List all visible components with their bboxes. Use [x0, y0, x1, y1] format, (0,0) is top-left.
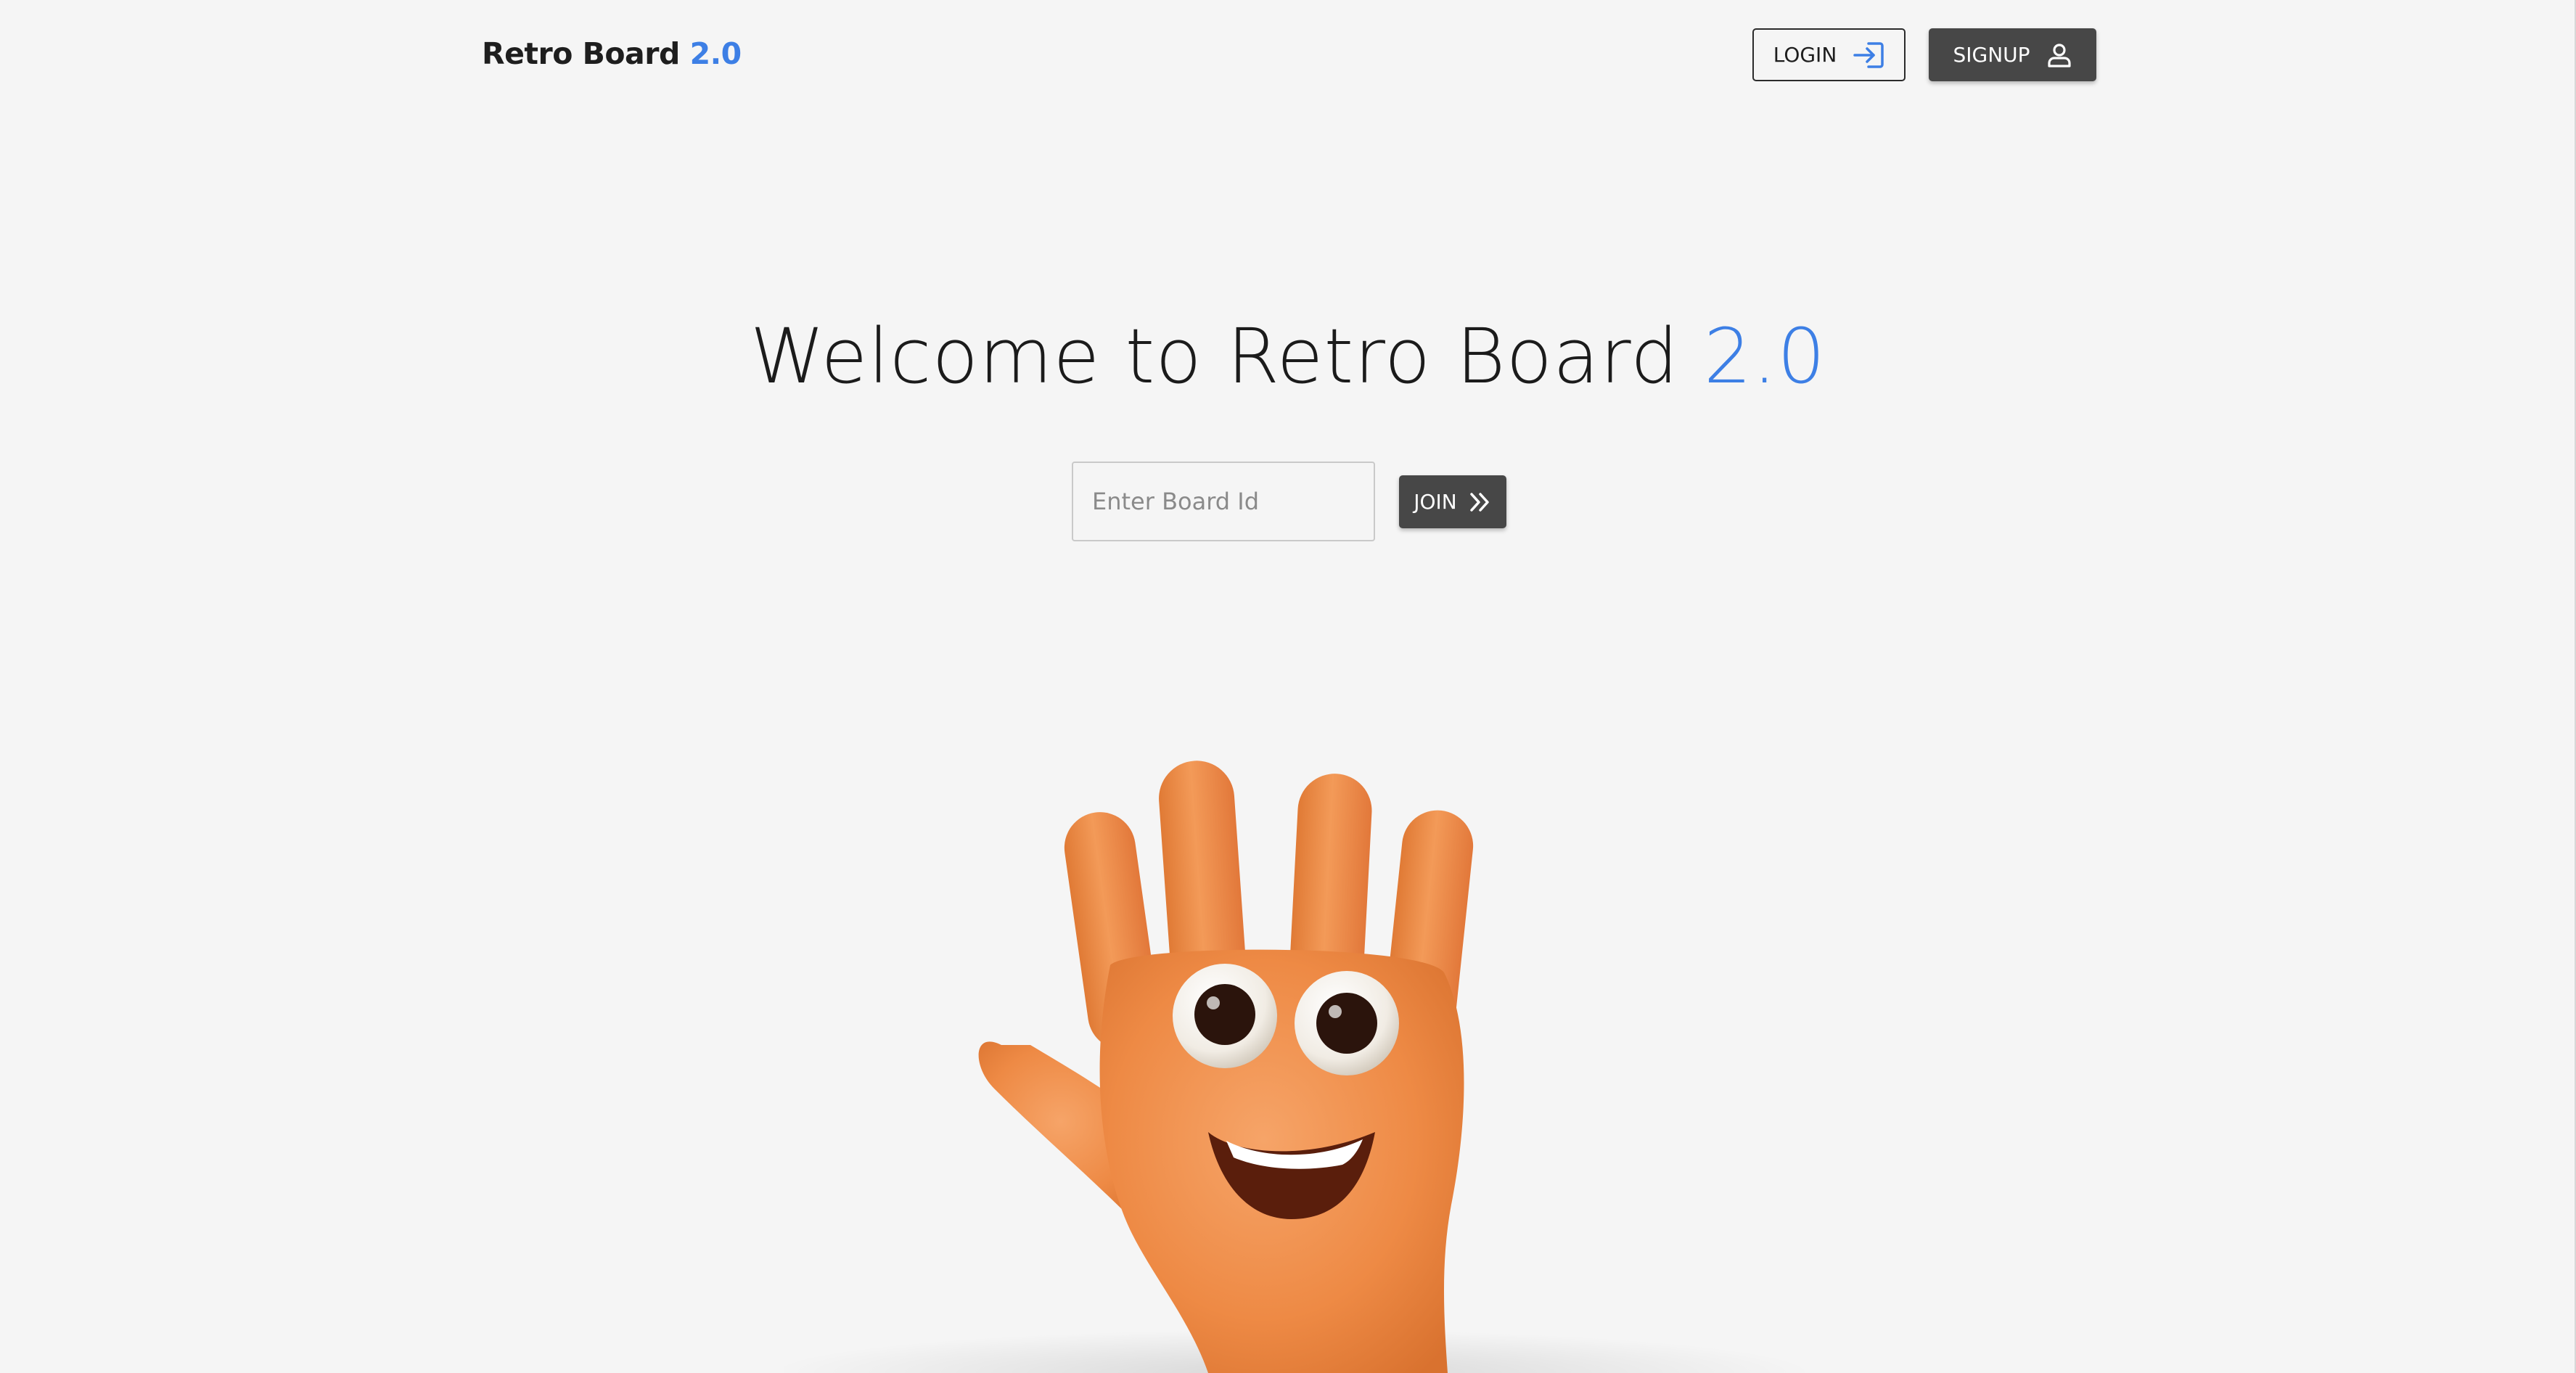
join-button[interactable]: JOIN — [1399, 475, 1506, 528]
brand-text: Retro Board — [482, 36, 680, 71]
title-version: 2.0 — [1703, 312, 1826, 401]
double-chevron-right-icon — [1469, 491, 1492, 513]
board-id-input[interactable] — [1072, 462, 1375, 541]
login-arrow-icon — [1853, 41, 1884, 69]
user-icon — [2046, 42, 2072, 68]
page-title: Welcome to Retro Board 2.0 — [0, 312, 2576, 401]
join-label: JOIN — [1414, 490, 1457, 514]
brand-version: 2.0 — [689, 36, 742, 71]
signup-button[interactable]: SIGNUP — [1929, 28, 2096, 81]
login-button[interactable]: LOGIN — [1752, 28, 1906, 81]
title-text: Welcome to Retro Board — [750, 312, 1679, 401]
landing-page: Retro Board 2.0 LOGIN SIGNUP Welcome to … — [0, 0, 2576, 1373]
login-label: LOGIN — [1773, 43, 1837, 67]
waving-hand-mascot — [784, 761, 1814, 1373]
brand-logo[interactable]: Retro Board 2.0 — [482, 36, 742, 71]
signup-label: SIGNUP — [1953, 43, 2030, 67]
